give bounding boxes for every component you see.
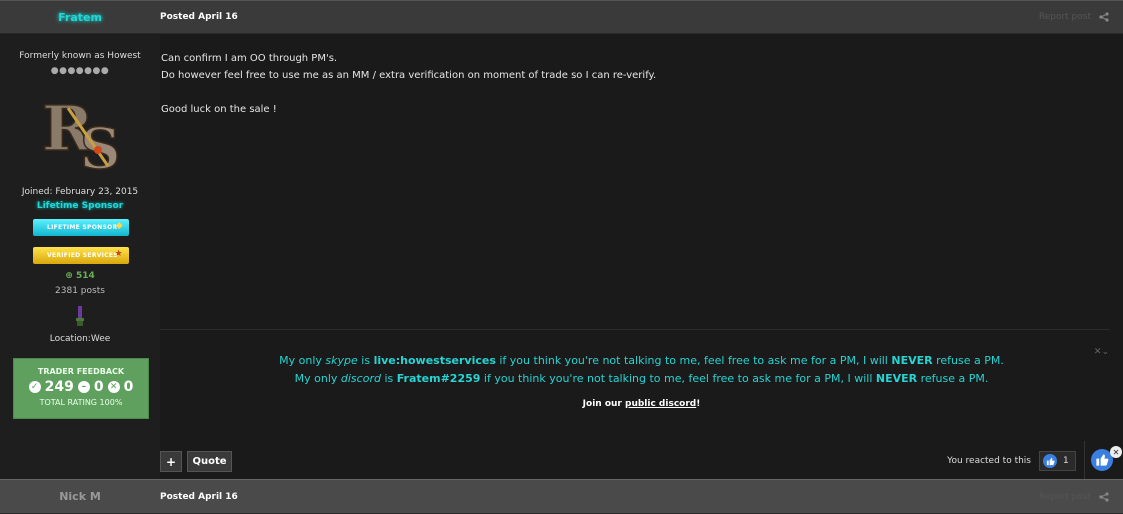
- post-date[interactable]: Posted April 16: [160, 1, 238, 33]
- share-icon[interactable]: [1099, 480, 1109, 513]
- avatar[interactable]: R S: [38, 88, 130, 183]
- x-icon: ✕: [107, 381, 120, 393]
- rank-dots: ●●●●●●●: [50, 66, 110, 76]
- post-header: Nick M Posted April 16 Report post: [0, 479, 1123, 514]
- member-title: Formerly known as Howest: [19, 51, 141, 61]
- author-name-link[interactable]: Fratem: [0, 1, 160, 33]
- location-icon: [72, 305, 88, 327]
- signature-discord-line: My only discord is Fratem#2259 if you th…: [294, 372, 989, 385]
- message-line: Can confirm I am OO through PM's.: [161, 53, 338, 64]
- check-icon: ✓: [28, 381, 41, 393]
- minus-icon: –: [77, 381, 90, 393]
- reaction-divider: [1084, 441, 1085, 479]
- message-line: Good luck on the sale !: [161, 104, 277, 115]
- group-label: Lifetime Sponsor: [36, 201, 124, 211]
- joined-date: Joined: February 23, 2015: [21, 187, 139, 197]
- signature-skype-line: My only skype is live:howestservices if …: [279, 354, 1004, 367]
- multiquote-button[interactable]: +: [160, 451, 182, 472]
- post-header: Fratem Posted April 16 Report post: [0, 0, 1123, 34]
- trader-feedback-box[interactable]: TRADER FEEDBACK ✓ 249 – 0 ✕ 0 TOTAL RATI…: [13, 358, 149, 419]
- signature-divider: [160, 329, 1110, 330]
- location: Location:Wee: [49, 334, 111, 344]
- trader-feedback-counts: ✓ 249 – 0 ✕ 0: [14, 379, 148, 395]
- message-line: Do however feel free to use me as an MM …: [161, 70, 657, 81]
- public-discord-link[interactable]: public discord: [625, 399, 696, 409]
- report-post-link[interactable]: Report post: [1039, 1, 1091, 33]
- reputation: ⊕ 514: [65, 271, 95, 281]
- post-count: 2381 posts: [55, 286, 105, 296]
- plus-circle-icon: ⊕: [65, 271, 73, 281]
- total-rating: TOTAL RATING 100%: [39, 398, 123, 407]
- verified-services-badge: VERIFIED SERVICES ★: [33, 247, 129, 264]
- you-reacted-text: You reacted to this: [947, 456, 1031, 466]
- share-icon[interactable]: [1099, 1, 1109, 33]
- signature-join-discord: Join our public discord!: [582, 399, 701, 409]
- trader-feedback-title: TRADER FEEDBACK: [37, 367, 125, 376]
- lifetime-sponsor-badge: LIFETIME SPONSOR ◆: [33, 219, 129, 236]
- report-post-link[interactable]: Report post: [1039, 480, 1091, 513]
- sponsor-badge-icon: ◆: [115, 221, 123, 231]
- svg-text:S: S: [80, 116, 120, 176]
- star-icon: ★: [114, 249, 123, 259]
- post-date[interactable]: Posted April 16: [160, 480, 238, 513]
- quote-button[interactable]: Quote: [187, 451, 232, 472]
- post-content: Can confirm I am OO through PM's. Do how…: [160, 35, 1123, 479]
- remove-reaction-icon[interactable]: ✕: [1110, 446, 1122, 458]
- like-icon: [1043, 454, 1057, 468]
- reaction-count[interactable]: 1: [1039, 451, 1076, 471]
- like-icon: [1096, 454, 1109, 466]
- author-name-link[interactable]: Nick M: [0, 480, 160, 513]
- author-panel: Formerly known as Howest ●●●●●●● R S Joi…: [0, 35, 160, 479]
